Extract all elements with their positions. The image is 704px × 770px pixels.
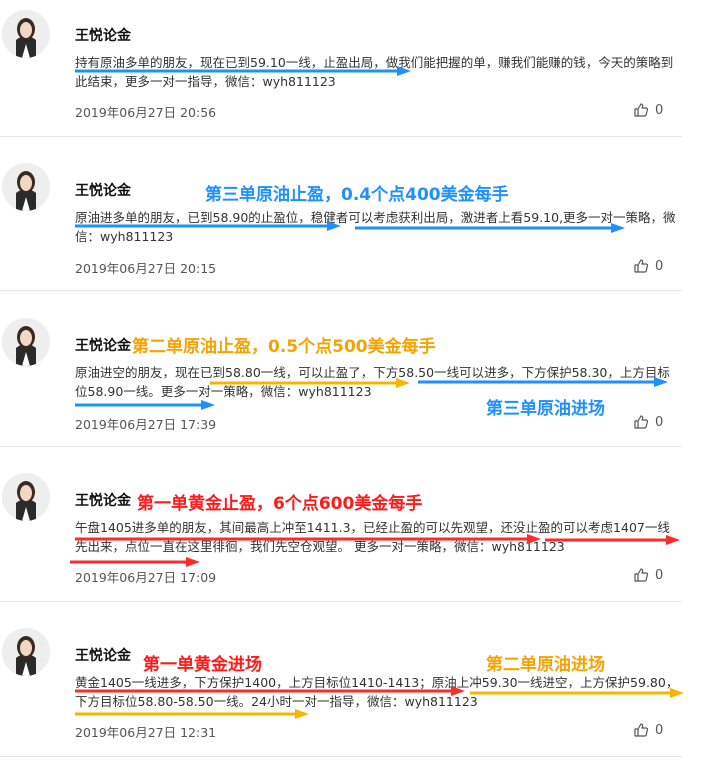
timestamp: 2019年06月27日 12:31 (75, 725, 217, 740)
post-4: 王悦论金 第一单黄金止盈，6个点600美金每手 午盘1405进多单的朋友，其间最… (0, 465, 704, 615)
annotation-label: 第二单原油止盈，0.5个点500美金每手 (132, 337, 436, 357)
highlight-arrow-blue (75, 66, 411, 76)
like-count: 0 (655, 567, 664, 583)
highlight-arrow-orange (470, 688, 684, 698)
post-2: 王悦论金 第三单原油止盈，0.4个点400美金每手 原油进多单的朋友，已到58.… (0, 155, 704, 305)
highlight-arrow-blue (418, 377, 668, 387)
like-count: 0 (655, 414, 664, 430)
like-button[interactable]: 0 (633, 414, 663, 430)
timestamp: 2019年06月27日 17:39 (75, 417, 217, 432)
highlight-arrow-red (75, 534, 541, 544)
annotation-label: 第二单原油进场 (486, 655, 605, 675)
post-1: 王悦论金 持有原油多单的朋友，现在已到59.10一线，止盈出局，做我们能把握的单… (0, 0, 704, 150)
timestamp: 2019年06月27日 20:56 (75, 105, 217, 120)
avatar[interactable] (2, 318, 50, 366)
highlight-arrow-red (75, 686, 465, 696)
timestamp: 2019年06月27日 17:09 (75, 570, 217, 585)
author-name[interactable]: 王悦论金 (75, 25, 131, 45)
avatar[interactable] (2, 473, 50, 521)
author-name[interactable]: 王悦论金 (75, 335, 131, 355)
highlight-arrow-red (545, 535, 680, 545)
highlight-arrow-red (70, 557, 200, 567)
annotation-label: 第三单原油止盈，0.4个点400美金每手 (205, 185, 509, 205)
avatar[interactable] (2, 628, 50, 676)
author-name[interactable]: 王悦论金 (75, 180, 131, 200)
like-button[interactable]: 0 (633, 102, 663, 118)
annotation-label: 第一单黄金进场 (143, 655, 262, 675)
divider (0, 446, 682, 447)
post-3: 王悦论金 第二单原油止盈，0.5个点500美金每手 原油进空的朋友，现在已到58… (0, 310, 704, 460)
thumbs-up-icon (634, 723, 649, 737)
thumbs-up-icon (634, 568, 649, 582)
thumbs-up-icon (634, 259, 649, 273)
highlight-arrow-blue (355, 223, 625, 233)
divider (0, 601, 682, 602)
timestamp: 2019年06月27日 20:15 (75, 261, 217, 276)
highlight-arrow-orange (210, 378, 410, 388)
avatar[interactable] (2, 10, 50, 58)
like-count: 0 (655, 722, 664, 738)
highlight-arrow-orange (75, 709, 309, 719)
thumbs-up-icon (634, 415, 649, 429)
like-count: 0 (655, 258, 664, 274)
like-button[interactable]: 0 (633, 567, 663, 583)
like-count: 0 (655, 102, 664, 118)
annotation-label: 第三单原油进场 (486, 399, 605, 419)
author-name[interactable]: 王悦论金 (75, 490, 131, 510)
highlight-arrow-blue (75, 221, 341, 231)
post-5: 王悦论金 第一单黄金进场 第二单原油进场 黄金1405一线进多，下方保护1400… (0, 620, 704, 770)
divider (0, 290, 682, 291)
avatar[interactable] (2, 163, 50, 211)
author-name[interactable]: 王悦论金 (75, 645, 131, 665)
like-button[interactable]: 0 (633, 258, 663, 274)
divider (0, 136, 682, 137)
like-button[interactable]: 0 (633, 722, 663, 738)
highlight-arrow-blue (75, 400, 215, 410)
annotation-label: 第一单黄金止盈，6个点600美金每手 (137, 494, 423, 514)
thumbs-up-icon (634, 103, 649, 117)
